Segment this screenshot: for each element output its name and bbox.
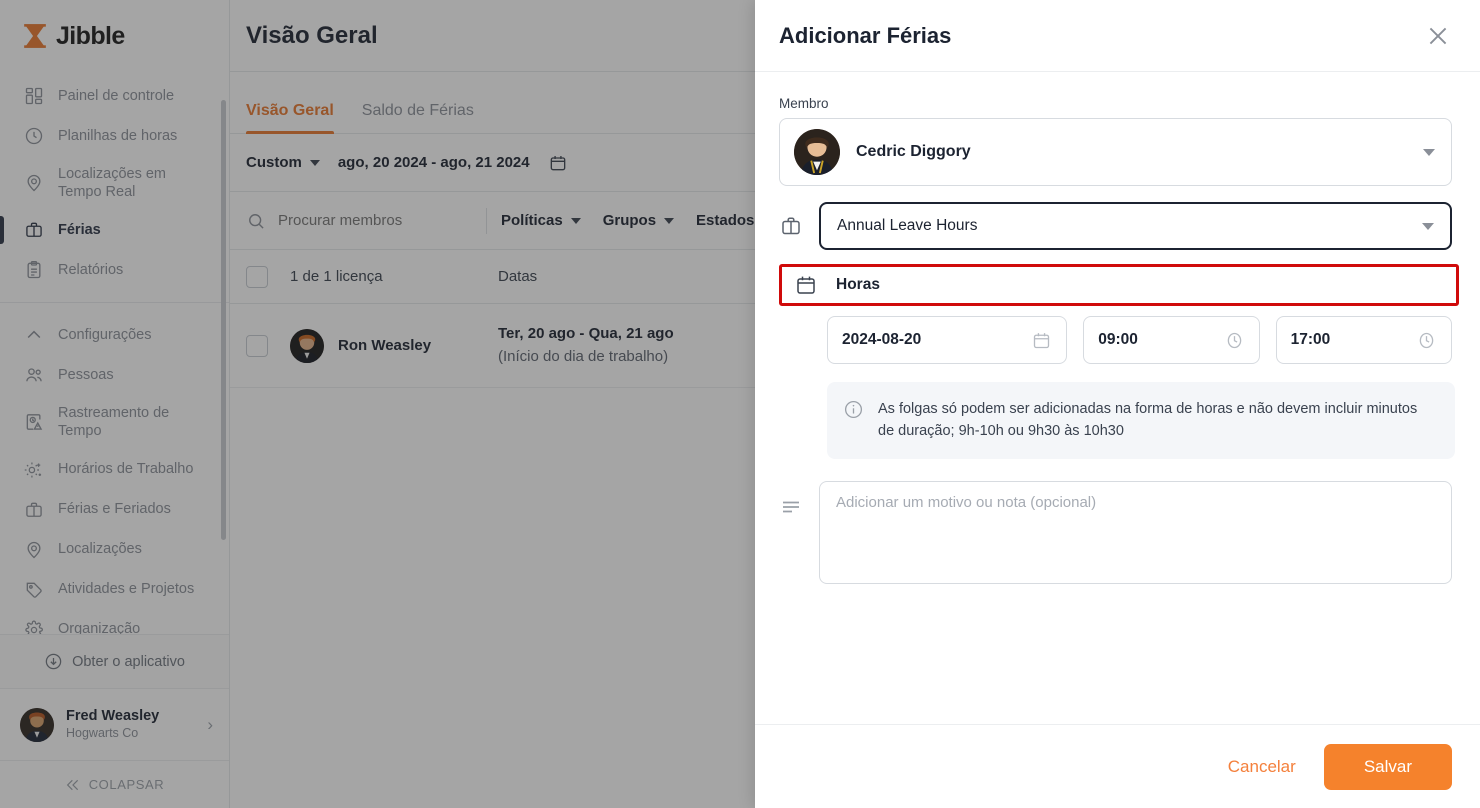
close-icon[interactable] bbox=[1424, 22, 1452, 50]
member-name: Cedric Diggory bbox=[856, 143, 971, 160]
app-root: Jibble Painel de controle Planilhas de h… bbox=[0, 0, 1480, 808]
avatar bbox=[794, 129, 840, 175]
calendar-icon bbox=[797, 276, 815, 294]
member-field-label: Membro bbox=[779, 96, 829, 111]
panel-body: Membro Cedric Diggory Annual Leave Hours… bbox=[755, 72, 1480, 724]
briefcase-icon bbox=[782, 217, 800, 235]
start-time-input[interactable]: 09:00 bbox=[1083, 316, 1260, 364]
panel-title: Adicionar Férias bbox=[779, 22, 952, 48]
info-text: As folgas só podem ser adicionadas na fo… bbox=[878, 401, 1418, 440]
hours-type-label: Horas bbox=[836, 276, 880, 293]
clock-icon bbox=[1419, 332, 1434, 348]
note-textarea[interactable] bbox=[819, 480, 1452, 584]
panel-header: Adicionar Férias bbox=[755, 0, 1480, 72]
end-time-input[interactable]: 17:00 bbox=[1275, 316, 1452, 364]
datetime-row: 2024-08-20 09:00 17:00 bbox=[779, 316, 1452, 364]
leave-policy-select[interactable]: Annual Leave Hours bbox=[819, 202, 1452, 250]
calendar-icon bbox=[1034, 332, 1050, 348]
policy-row: Annual Leave Hours bbox=[779, 202, 1452, 250]
panel-footer: Cancelar Salvar bbox=[755, 724, 1480, 808]
save-button[interactable]: Salvar bbox=[1323, 743, 1452, 790]
end-time-value: 17:00 bbox=[1290, 331, 1331, 348]
info-banner: As folgas só podem ser adicionadas na fo… bbox=[827, 382, 1455, 459]
chevron-down-icon bbox=[1422, 222, 1434, 230]
hours-type-highlight[interactable]: Horas bbox=[779, 264, 1459, 306]
chevron-down-icon bbox=[1423, 148, 1435, 156]
info-icon bbox=[844, 400, 863, 419]
note-row bbox=[779, 480, 1452, 584]
member-select[interactable]: Cedric Diggory bbox=[779, 118, 1452, 186]
note-lines-icon bbox=[783, 501, 799, 513]
clock-icon bbox=[1227, 332, 1241, 348]
cancel-button[interactable]: Cancelar bbox=[1222, 747, 1302, 787]
leave-policy-value: Annual Leave Hours bbox=[837, 217, 978, 234]
date-value: 2024-08-20 bbox=[842, 331, 922, 348]
start-time-value: 09:00 bbox=[1098, 331, 1138, 348]
add-leave-panel: Adicionar Férias Membro Cedric Diggory A… bbox=[755, 0, 1480, 808]
date-input[interactable]: 2024-08-20 bbox=[827, 316, 1068, 364]
